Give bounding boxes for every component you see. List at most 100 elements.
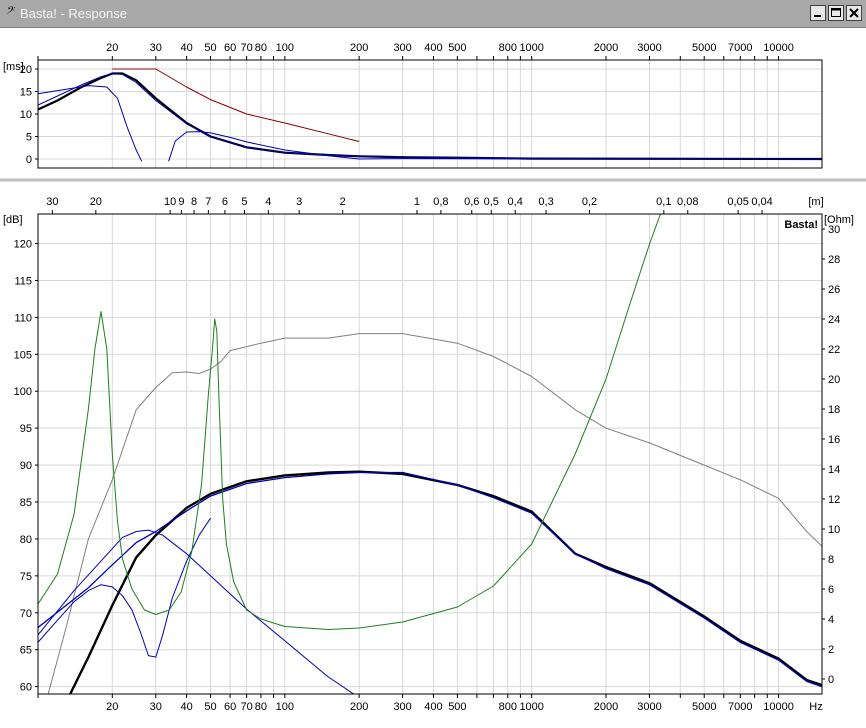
x-tick-label: 100	[276, 42, 294, 54]
y-tick-label: 115	[14, 275, 32, 287]
minimize-icon	[814, 15, 821, 17]
y2-tick-label: 24	[828, 314, 840, 326]
wavelength-tick-label: 0,2	[582, 196, 597, 208]
y-tick-label: 60	[20, 682, 32, 694]
x-tick-label: 5000	[692, 701, 716, 713]
y2-tick-label: 18	[828, 404, 840, 416]
y-tick-label: 0	[26, 154, 32, 166]
y-tick-label: 70	[20, 608, 32, 620]
y-tick-label: 105	[14, 349, 32, 361]
wavelength-tick-label: 4	[265, 196, 271, 208]
x-tick-label: 400	[424, 42, 442, 54]
y-tick-label: 65	[20, 645, 32, 657]
x-tick-label: 3000	[637, 42, 661, 54]
wavelength-tick-label: 0,05	[727, 196, 748, 208]
y-tick-label: 100	[14, 386, 32, 398]
y2-tick-label: 16	[828, 434, 840, 446]
close-button[interactable]	[846, 5, 862, 21]
y-tick-label: 85	[20, 497, 32, 509]
y2-tick-label: 28	[828, 254, 840, 266]
group-delay-panel: 20 30 40 50 60 70 80 100 200 300 400 500 800 1000 2000…	[0, 28, 866, 182]
x-tick-label: 2000	[594, 701, 618, 713]
x-tick-label: 40	[180, 42, 192, 54]
wavelength-tick-label: 6	[222, 196, 228, 208]
wavelength-tick-label: 0,3	[538, 196, 553, 208]
y2-tick-label: 22	[828, 344, 840, 356]
wavelength-tick-label: 3	[296, 196, 302, 208]
y2-tick-label: 6	[828, 584, 834, 596]
x-tick-label: 7000	[728, 701, 752, 713]
wavelength-tick-label: 20	[90, 196, 102, 208]
y2-tick-label: 4	[828, 614, 834, 626]
wavelength-tick-label: 8	[191, 196, 197, 208]
x-tick-label: 60	[224, 42, 236, 54]
x-tick-label: 60	[224, 701, 236, 713]
x-tick-label: 5000	[692, 42, 716, 54]
wavelength-tick-label: 1	[414, 196, 420, 208]
wavelength-tick-label: 0,6	[464, 196, 479, 208]
minimize-button[interactable]	[810, 5, 826, 21]
wavelength-tick-label: 7	[205, 196, 211, 208]
x-tick-label: 500	[448, 42, 466, 54]
x-tick-label: 800	[499, 701, 517, 713]
ohm-unit-label: [Ohm]	[824, 214, 854, 226]
x-tick-label: 200	[350, 42, 368, 54]
y-tick-label: 95	[20, 423, 32, 435]
y2-tick-label: 8	[828, 554, 834, 566]
wavelength-tick-label: 0,04	[751, 196, 772, 208]
x-tick-label: 10000	[763, 701, 794, 713]
x-tick-label: 20	[106, 42, 118, 54]
x-tick-label: 30	[150, 42, 162, 54]
wavelength-tick-label: 30	[46, 196, 58, 208]
x-tick-label: 2000	[594, 42, 618, 54]
window-titlebar: 𝄢 Basta! - Response	[0, 0, 866, 28]
response-panel: Basta!30 20 10 9 8 7 6 5 4 3 2 1 0,8 0,6 0,5 0,4 0,3 0,2 0…	[0, 184, 866, 728]
y-tick-label: 110	[14, 312, 32, 324]
y-tick-label: 75	[20, 571, 32, 583]
basta-watermark: Basta!	[784, 219, 818, 231]
y2-tick-label: 20	[828, 374, 840, 386]
x-tick-label: 300	[393, 701, 411, 713]
wavelength-tick-label: 0,5	[484, 196, 499, 208]
window-title: Basta! - Response	[20, 6, 127, 21]
y-tick-label: 15	[20, 87, 32, 99]
x-tick-label: 500	[448, 701, 466, 713]
y2-tick-label: 14	[828, 464, 840, 476]
x-tick-label: 400	[424, 701, 442, 713]
y2-tick-label: 12	[828, 494, 840, 506]
wavelength-tick-label: 10	[164, 196, 176, 208]
x-unit-label: Hz	[809, 701, 822, 713]
x-tick-label: 70	[240, 701, 252, 713]
maximize-button[interactable]	[828, 5, 844, 21]
x-tick-label: 20	[106, 701, 118, 713]
group-delay-unit-label: [ms]	[3, 61, 24, 73]
x-tick-label: 30	[150, 701, 162, 713]
y2-tick-label: 0	[828, 674, 834, 686]
x-tick-label: 10000	[763, 42, 794, 54]
x-tick-label: 3000	[637, 701, 661, 713]
y2-tick-label: 2	[828, 644, 834, 656]
x-tick-label: 7000	[728, 42, 752, 54]
x-tick-label: 70	[240, 42, 252, 54]
response-window-chart: 20 30 40 50 60 70 80 100 200 300 400 500 800 1000 2000…	[0, 28, 866, 728]
bass-clef-icon: 𝄢	[5, 5, 14, 20]
y2-tick-label: 26	[828, 284, 840, 296]
x-tick-label: 100	[276, 701, 294, 713]
y-tick-label: 10	[20, 109, 32, 121]
y-tick-label: 80	[20, 534, 32, 546]
wavelength-tick-label: 0,4	[508, 196, 523, 208]
wavelength-tick-label: 0,08	[677, 196, 698, 208]
y-tick-label: 5	[26, 132, 32, 144]
wavelength-tick-label: 5	[241, 196, 247, 208]
wavelength-tick-label: 2	[340, 196, 346, 208]
x-tick-label: 40	[180, 701, 192, 713]
x-tick-label: 200	[350, 701, 368, 713]
wavelength-tick-label: 0,1	[656, 196, 671, 208]
x-tick-label: 80	[255, 42, 267, 54]
x-tick-label: 300	[393, 42, 411, 54]
x-tick-label: 800	[499, 42, 517, 54]
db-unit-label: [dB]	[3, 214, 23, 226]
y2-tick-label: 10	[828, 524, 840, 536]
x-tick-label: 50	[204, 701, 216, 713]
wavelength-tick-label: 0,8	[433, 196, 448, 208]
